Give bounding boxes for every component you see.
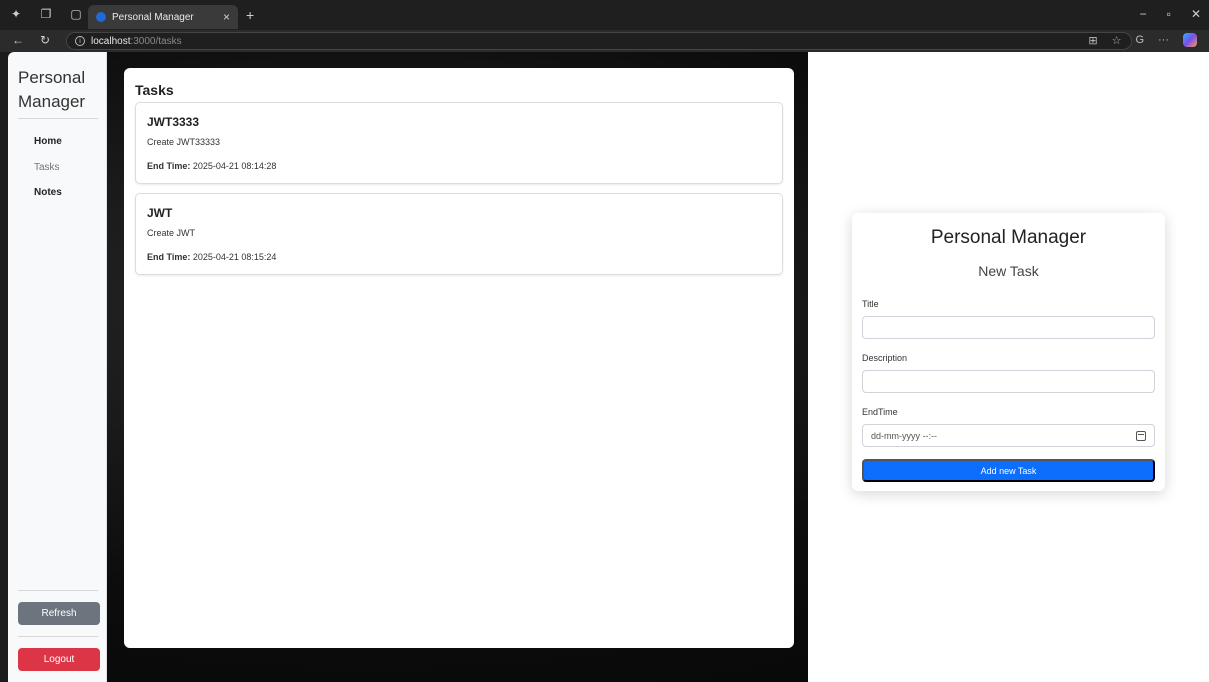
browser-tab[interactable]: Personal Manager × [88,5,238,29]
sidebar-divider [18,590,98,591]
address-toolbar: ← ↻ i localhost :3000/tasks ⊞ ☆ G ··· [0,30,1209,52]
task-card[interactable]: JWT3333 Create JWT33333 End Time: 2025-0… [135,102,783,184]
task-end-time: End Time: 2025-04-21 08:14:28 [147,161,276,171]
title-input[interactable] [862,316,1155,339]
sidebar: Personal Manager Home Tasks Notes Refres… [8,52,107,682]
endtime-input[interactable]: dd-mm-yyyy --:-- [862,424,1155,447]
task-end-time: End Time: 2025-04-21 08:15:24 [147,252,276,262]
endtime-label: EndTime [862,407,898,417]
browser-titlebar: ✦ ❐ ▢ Personal Manager × + − ▫ ✕ [0,0,1209,30]
end-time-label: End Time: [147,161,191,171]
sidebar-divider [18,118,98,119]
new-tab-icon[interactable]: + [246,7,254,23]
sidebar-divider [18,636,98,637]
task-title: JWT3333 [147,115,200,129]
workspaces-icon[interactable]: ❐ [38,6,54,22]
tab-title: Personal Manager [112,11,194,23]
copilot-icon[interactable] [1183,33,1197,47]
calendar-icon[interactable] [1136,430,1146,441]
sidebar-item-notes[interactable]: Notes [34,187,62,198]
end-time-label: End Time: [147,252,191,262]
close-window-icon[interactable]: ✕ [1191,7,1201,21]
title-label: Title [862,299,879,309]
new-task-form: Personal Manager New Task Title Descript… [852,213,1165,491]
task-card[interactable]: JWT Create JWT End Time: 2025-04-21 08:1… [135,193,783,275]
favicon-icon [96,12,106,22]
restore-icon[interactable]: ▫ [1167,7,1171,21]
reload-icon[interactable]: ↻ [40,33,50,47]
task-title: JWT [147,206,173,220]
end-time-value: 2025-04-21 08:15:24 [192,252,277,262]
add-task-button[interactable]: Add new Task [862,459,1155,482]
url-host: localhost [91,35,131,47]
profile-icon[interactable]: ✦ [8,6,24,22]
form-subtitle: New Task [978,263,1039,279]
page-viewport: Personal Manager Home Tasks Notes Refres… [8,52,1209,682]
form-brand: Personal Manager [930,227,1087,248]
extensions-icon[interactable]: G [1135,34,1144,46]
description-label: Description [862,353,908,363]
tasks-panel: Tasks JWT3333 Create JWT33333 End Time: … [124,68,794,648]
site-info-icon[interactable]: i [75,36,85,46]
sidebar-item-home[interactable]: Home [34,136,62,147]
address-bar[interactable]: i localhost :3000/tasks [66,32,1132,50]
endtime-placeholder: dd-mm-yyyy --:-- [871,430,937,441]
close-tab-icon[interactable]: × [223,10,230,24]
task-description: Create JWT [147,228,196,238]
url-path: :3000/tasks [130,35,182,47]
more-menu-icon[interactable]: ··· [1158,34,1169,46]
task-description: Create JWT33333 [147,137,221,147]
favorite-star-icon[interactable]: ☆ [1112,34,1122,47]
back-icon[interactable]: ← [12,33,24,47]
logout-button[interactable]: Logout [18,648,100,671]
minimize-icon[interactable]: − [1140,7,1147,21]
new-task-area: Personal Manager New Task Title Descript… [808,52,1209,682]
tab-actions-icon[interactable]: ▢ [68,6,84,22]
refresh-button[interactable]: Refresh [18,602,100,625]
description-input[interactable] [862,370,1155,393]
reader-view-icon[interactable]: ⊞ [1088,34,1097,47]
sidebar-brand: Personal Manager [18,68,86,111]
sidebar-item-tasks[interactable]: Tasks [34,162,60,173]
tasks-heading: Tasks [135,82,174,98]
end-time-value: 2025-04-21 08:14:28 [192,161,277,171]
